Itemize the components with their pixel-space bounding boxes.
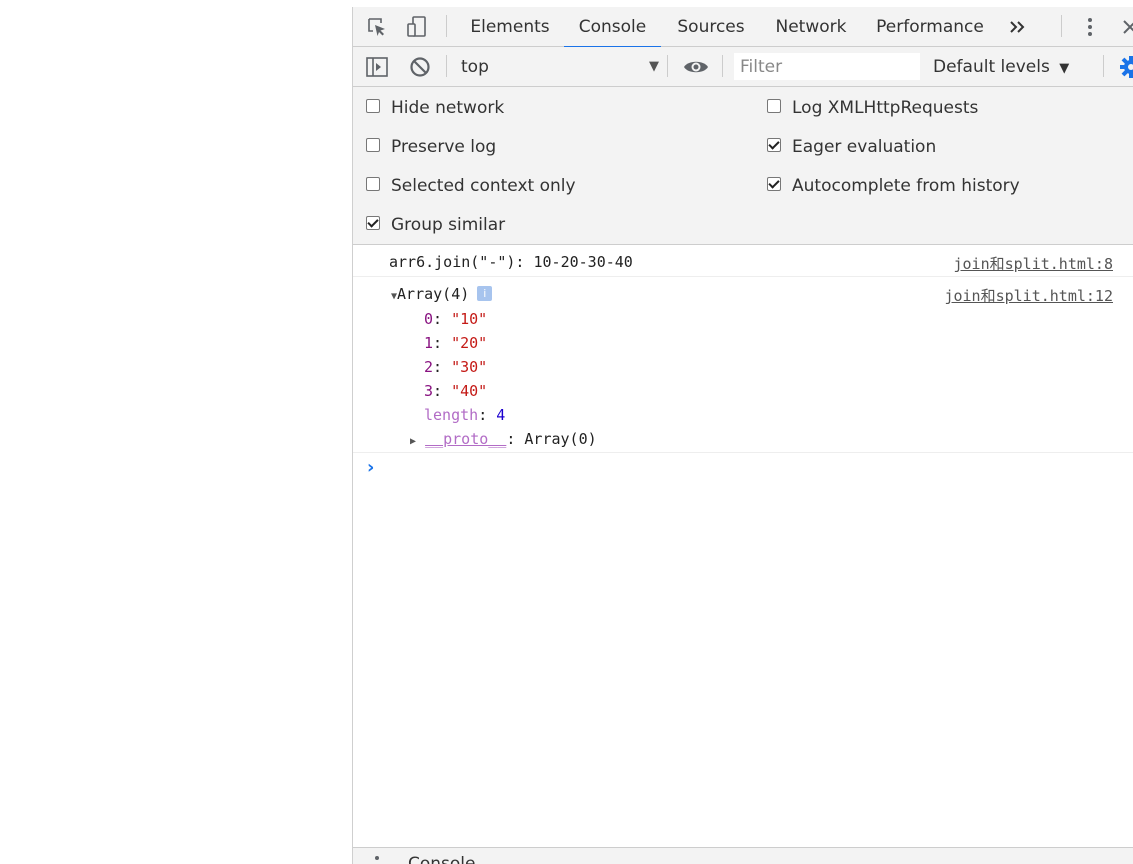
source-link[interactable]: join和split.html:8 bbox=[954, 253, 1114, 274]
toolbar-divider bbox=[446, 15, 447, 37]
option-label: Log XMLHttpRequests bbox=[792, 98, 979, 118]
entry-key: 0 bbox=[424, 310, 434, 328]
filter-input[interactable] bbox=[734, 53, 920, 80]
array-entry: 0: "10" bbox=[424, 310, 488, 328]
array-length: length: 4 bbox=[424, 406, 506, 424]
array-entry: 2: "30" bbox=[424, 358, 488, 376]
triangle-down-icon: ▼ bbox=[1059, 61, 1070, 76]
kebab-menu-icon[interactable] bbox=[375, 856, 379, 860]
log-xhr-option[interactable]: Log XMLHttpRequests bbox=[767, 96, 978, 120]
length-value: 4 bbox=[496, 406, 506, 424]
option-label: Hide network bbox=[391, 98, 505, 118]
tab-elements[interactable]: Elements bbox=[463, 7, 557, 46]
option-label: Group similar bbox=[391, 215, 506, 235]
tab-console[interactable]: Console bbox=[564, 7, 661, 48]
kebab-menu-icon[interactable] bbox=[1078, 15, 1102, 39]
console-toolbar: top ▼ Default levels ▼ bbox=[353, 47, 1133, 87]
drawer-tab-console[interactable]: Console bbox=[408, 854, 476, 864]
inspect-element-icon[interactable] bbox=[365, 15, 389, 39]
toolbar-divider bbox=[1103, 55, 1104, 77]
entry-value: "20" bbox=[451, 334, 488, 352]
device-toolbar-icon[interactable] bbox=[405, 15, 429, 39]
option-label: Preserve log bbox=[391, 137, 497, 157]
gear-icon[interactable] bbox=[1119, 55, 1133, 79]
console-messages: arr6.join("-"): 10-20-30-40 join和split.h… bbox=[353, 245, 1133, 453]
source-link[interactable]: join和split.html:12 bbox=[944, 285, 1113, 306]
toolbar-divider bbox=[1061, 15, 1062, 37]
proto-key: __proto__ bbox=[425, 430, 507, 448]
console-message: arr6.join("-"): 10-20-30-40 join和split.h… bbox=[353, 245, 1133, 277]
entry-value: "40" bbox=[451, 382, 488, 400]
console-prompt[interactable]: › bbox=[367, 457, 374, 478]
hide-network-option[interactable]: Hide network bbox=[366, 96, 504, 120]
close-icon[interactable] bbox=[1118, 15, 1133, 39]
entry-key: 2 bbox=[424, 358, 434, 376]
chevron-double-right-icon[interactable] bbox=[1006, 15, 1030, 39]
context-select-value: top bbox=[461, 57, 489, 77]
log-levels-label: Default levels bbox=[933, 57, 1050, 77]
entry-key: 3 bbox=[424, 382, 434, 400]
group-similar-checkbox[interactable] bbox=[366, 216, 380, 230]
devtools-panel: Elements Console Sources Network Perform… bbox=[352, 7, 1133, 864]
preserve-log-checkbox[interactable] bbox=[366, 138, 380, 152]
eager-evaluation-checkbox[interactable] bbox=[767, 138, 781, 152]
array-entry: 1: "20" bbox=[424, 334, 488, 352]
sidebar-toggle-icon[interactable] bbox=[365, 55, 389, 79]
tab-network[interactable]: Network bbox=[766, 7, 856, 46]
entry-key: 1 bbox=[424, 334, 434, 352]
console-message-text: arr6.join("-"): 10-20-30-40 bbox=[389, 253, 633, 271]
clear-console-icon[interactable] bbox=[408, 55, 432, 79]
toolbar-divider bbox=[667, 55, 668, 77]
array-entry: 3: "40" bbox=[424, 382, 488, 400]
array-summary-text: Array(4) bbox=[397, 285, 470, 303]
eye-icon[interactable] bbox=[683, 55, 708, 79]
entry-value: "30" bbox=[451, 358, 488, 376]
triangle-down-icon: ▼ bbox=[649, 59, 659, 74]
inspected-page bbox=[0, 0, 352, 864]
option-label: Eager evaluation bbox=[792, 137, 937, 157]
log-xhr-checkbox[interactable] bbox=[767, 99, 781, 113]
context-select[interactable]: top ▼ bbox=[461, 55, 663, 79]
length-key: length bbox=[424, 406, 479, 424]
console-message: ▼Array(4) i join和split.html:12 0: "10" 1:… bbox=[353, 277, 1133, 453]
hide-network-checkbox[interactable] bbox=[366, 99, 380, 113]
toolbar-divider bbox=[722, 55, 723, 77]
tab-sources[interactable]: Sources bbox=[669, 7, 753, 46]
toolbar-divider bbox=[446, 55, 447, 77]
preserve-log-option[interactable]: Preserve log bbox=[366, 135, 496, 159]
option-label: Selected context only bbox=[391, 176, 576, 196]
tab-performance[interactable]: Performance bbox=[871, 7, 989, 46]
selected-context-option[interactable]: Selected context only bbox=[366, 174, 576, 198]
eager-evaluation-option[interactable]: Eager evaluation bbox=[767, 135, 936, 159]
console-settings-panel: Hide network Preserve log Selected conte… bbox=[353, 87, 1133, 245]
log-levels-dropdown[interactable]: Default levels ▼ bbox=[933, 55, 1069, 81]
option-label: Autocomplete from history bbox=[792, 176, 1020, 196]
autocomplete-history-option[interactable]: Autocomplete from history bbox=[767, 174, 1020, 198]
selected-context-checkbox[interactable] bbox=[366, 177, 380, 191]
entry-value: "10" bbox=[451, 310, 488, 328]
triangle-right-icon: ▶ bbox=[410, 436, 417, 447]
proto-value: : Array(0) bbox=[506, 430, 597, 448]
devtools-tabbar: Elements Console Sources Network Perform… bbox=[353, 7, 1133, 48]
group-similar-option[interactable]: Group similar bbox=[366, 213, 505, 237]
array-proto[interactable]: ▶ __proto__: Array(0) bbox=[410, 430, 597, 448]
info-icon[interactable]: i bbox=[477, 286, 493, 301]
array-summary[interactable]: ▼Array(4) i bbox=[391, 285, 493, 303]
autocomplete-history-checkbox[interactable] bbox=[767, 177, 781, 191]
drawer-bar: Console bbox=[353, 847, 1133, 864]
